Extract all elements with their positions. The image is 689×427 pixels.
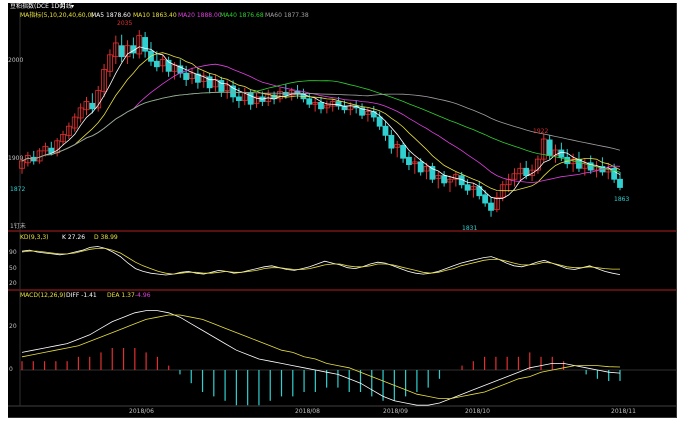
kd-d-line — [21, 248, 620, 275]
kd-y-tick-90: 90 — [9, 249, 17, 256]
x-tick-label: 2018/09 — [383, 408, 408, 415]
kd-y-tick-50: 50 — [9, 265, 17, 272]
x-tick-label: 2018/10 — [465, 408, 490, 415]
candle-body — [464, 184, 471, 191]
low-label: 1831 — [462, 225, 478, 232]
chevron-down-icon[interactable]: ▾ — [71, 3, 74, 10]
candle-body — [376, 116, 383, 127]
candle-body — [153, 60, 160, 68]
macd-y-tick-0: 0 — [9, 366, 13, 373]
ma5-value: MA5 1878.60 — [91, 12, 131, 19]
ma20-value: MA20 1888.00 — [178, 12, 222, 19]
candle-body — [441, 175, 448, 184]
macd-dif-value: DIFF -1.41 — [66, 292, 97, 299]
candle-body — [142, 37, 149, 52]
peak-label: 2035 — [117, 20, 133, 27]
ma40-value: MA40 1876.68 — [220, 12, 264, 19]
x-tick-label: 2018/08 — [295, 408, 320, 415]
kd-k-line — [21, 246, 621, 276]
kd-lines-group — [21, 246, 621, 276]
kd-k-value: K 27.26 — [62, 234, 86, 241]
kd-d-value: D 38.99 — [94, 234, 118, 241]
symbol-label[interactable]: 豆粕指数(DCE 1D0) — [10, 3, 65, 10]
candle-body — [183, 72, 190, 80]
candle-body — [417, 161, 424, 173]
last-label: 1863 — [614, 196, 630, 203]
candle-body — [382, 125, 389, 136]
candle-body — [318, 102, 324, 110]
mid-high-label: 1922 — [533, 128, 549, 135]
x-tick-label: 2018/11 — [611, 408, 636, 415]
candle-body — [558, 149, 565, 158]
candle-body — [89, 102, 96, 110]
candle-body — [282, 91, 289, 96]
ma-indicator-label[interactable]: MA指标(5,10,20,40,60,0) — [20, 12, 94, 19]
left-low-label: 1872 — [10, 186, 26, 193]
candle-body — [617, 178, 623, 188]
candle-body — [482, 194, 489, 204]
y-tick-2000: 2000 — [8, 57, 24, 64]
candle-body — [523, 167, 530, 177]
y-tick-1900: 1900 — [8, 155, 24, 162]
footer-note: 1钉未 — [10, 223, 26, 230]
ma60-value: MA60 1877.38 — [265, 12, 309, 19]
candle-body — [118, 45, 125, 58]
candle-body — [406, 156, 412, 166]
kd-y-tick-20: 20 — [9, 280, 17, 287]
macd-y-tick-20: 20 — [9, 323, 17, 330]
chart-frame: 豆粕指数(DCE 1D0) 月线 ▾ MA指标(5,10,20,40,60,0)… — [8, 3, 677, 418]
x-tick-label: 2018/06 — [129, 408, 154, 415]
kd-indicator-label[interactable]: KD(9,3,3) — [20, 234, 49, 241]
chart-canvas — [8, 12, 676, 407]
candle-body — [388, 134, 395, 149]
candle-body — [488, 202, 494, 211]
macd-dea-value: DEA 1.37 — [107, 292, 135, 299]
candle-body — [306, 98, 313, 105]
candle-body — [236, 96, 242, 101]
ma10-value: MA10 1863.40 — [133, 12, 177, 19]
candle-body — [400, 145, 406, 159]
macd-value: -4.96 — [135, 292, 151, 299]
candle-body — [546, 139, 553, 156]
macd-indicator-label[interactable]: MACD(12,26,9) — [20, 292, 66, 299]
